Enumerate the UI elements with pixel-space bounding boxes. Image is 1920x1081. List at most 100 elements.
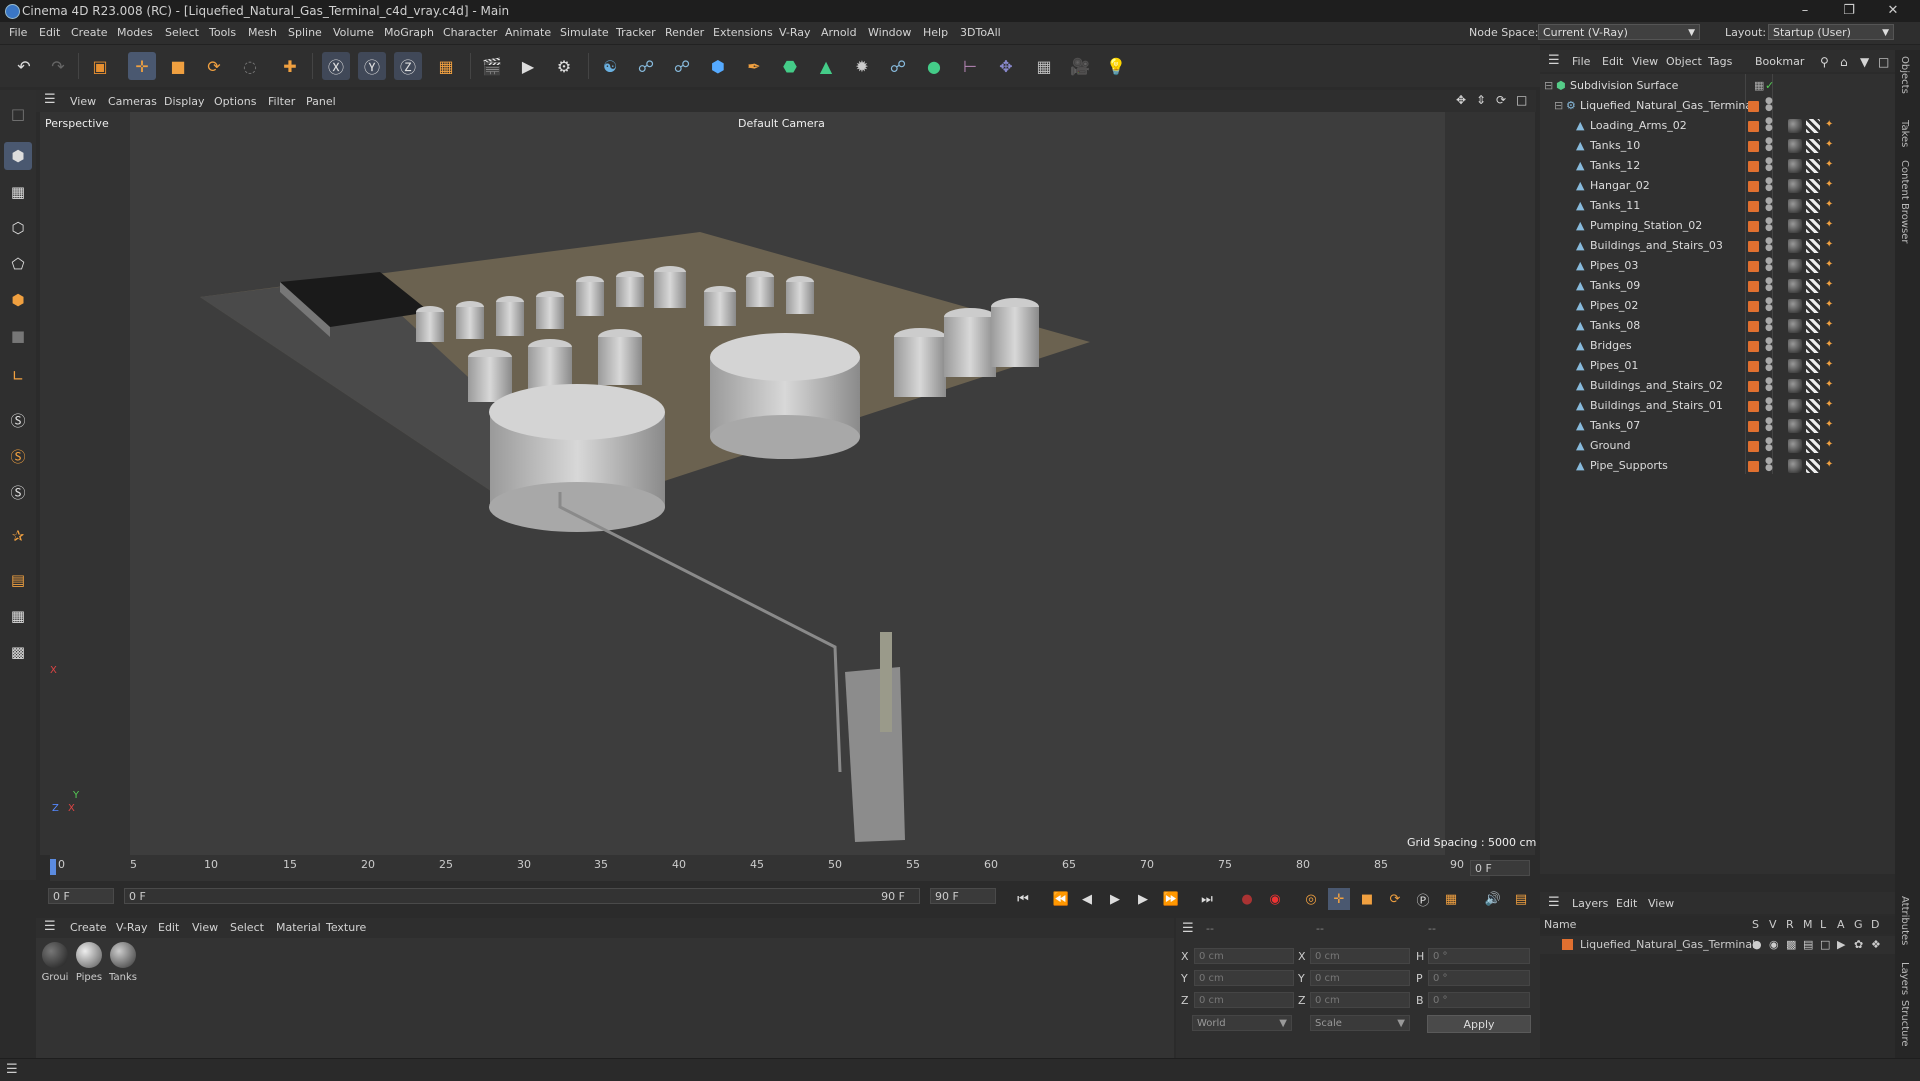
visibility-dots-icon[interactable]: ● ● [1765, 357, 1773, 373]
material-tag-icon[interactable] [1788, 379, 1802, 393]
menu-arnold[interactable]: Arnold [821, 26, 857, 39]
tweak-icon[interactable]: ✰ [4, 522, 32, 550]
phong-tag-icon[interactable]: ✦ [1825, 279, 1833, 290]
layer-col-render[interactable]: R [1786, 918, 1794, 931]
maximize-view-icon[interactable]: □ [1516, 93, 1527, 107]
hamburger-icon[interactable]: ☰ [6, 1062, 18, 1077]
material-tag-icon[interactable] [1788, 359, 1802, 373]
texture-mode-icon[interactable]: ▦ [4, 178, 32, 206]
material-tag-icon[interactable] [1788, 299, 1802, 313]
texture-tag-icon[interactable] [1806, 379, 1820, 393]
material-tanks[interactable]: Tanks [108, 942, 138, 983]
texture-tag-icon[interactable] [1806, 259, 1820, 273]
layer-col-animation[interactable]: A [1837, 918, 1845, 931]
collapse-icon[interactable]: ⊟ [1544, 79, 1553, 92]
menu-spline[interactable]: Spline [288, 26, 322, 39]
layer-col-generators[interactable]: G [1854, 918, 1863, 931]
coordinate-system-icon[interactable]: ▦ [432, 52, 460, 80]
layer-color-swatch[interactable] [1748, 221, 1759, 232]
node-space-select[interactable]: Current (V-Ray) ▼ [1538, 24, 1700, 40]
layer-col-locked[interactable]: L [1820, 918, 1826, 931]
menu-tools[interactable]: Tools [209, 26, 236, 39]
menu-mesh[interactable]: Mesh [248, 26, 277, 39]
end-frame-field[interactable]: 0 F [1470, 860, 1530, 876]
next-key-icon[interactable]: ⏩ [1160, 888, 1182, 910]
layer-color-swatch[interactable] [1748, 361, 1759, 372]
hamburger-icon[interactable]: ☰ [1548, 53, 1560, 68]
menu-mograph[interactable]: MoGraph [384, 26, 434, 39]
key-parameter-icon[interactable]: Ⓟ [1412, 888, 1434, 910]
phong-tag-icon[interactable]: ✦ [1825, 199, 1833, 210]
material-tag-icon[interactable] [1788, 239, 1802, 253]
material-menu-edit[interactable]: Edit [158, 921, 179, 934]
3d-viewport[interactable]: X Y Z [40, 112, 1535, 855]
layer-color-swatch[interactable] [1748, 161, 1759, 172]
menu-edit[interactable]: Edit [39, 26, 60, 39]
snap-settings-icon[interactable]: Ⓢ [4, 442, 32, 470]
material-tag-icon[interactable] [1788, 439, 1802, 453]
layer-color-swatch[interactable] [1748, 441, 1759, 452]
texture-tag-icon[interactable] [1806, 179, 1820, 193]
texture-tag-icon[interactable] [1806, 419, 1820, 433]
texture-tag-icon[interactable] [1806, 159, 1820, 173]
menu-create[interactable]: Create [71, 26, 108, 39]
object-row[interactable]: ▲ Loading_Arms_02 ● ● ✦ [1540, 116, 1895, 136]
menu-3dtoall[interactable]: 3DToAll [960, 26, 1001, 39]
layer-col-manager[interactable]: M [1803, 918, 1813, 931]
rotate-tool-icon[interactable]: ⟳ [200, 52, 228, 80]
cube-object-icon[interactable]: ⬢ [704, 52, 732, 80]
cloner-icon[interactable]: ✹ [848, 52, 876, 80]
material-tag-icon[interactable] [1788, 139, 1802, 153]
menu-vray[interactable]: V-Ray [779, 26, 811, 39]
layer-color-swatch[interactable] [1748, 121, 1759, 132]
timeline-ruler[interactable] [50, 855, 1490, 881]
object-row[interactable]: ▲ Pipes_01 ● ● ✦ [1540, 356, 1895, 376]
layer-color-swatch[interactable] [1748, 241, 1759, 252]
python-script-icon[interactable]: ☍ [632, 52, 660, 80]
visibility-dots-icon[interactable]: ● ● [1765, 337, 1773, 353]
phong-tag-icon[interactable]: ✦ [1825, 399, 1833, 410]
material-menu-create[interactable]: Create [70, 921, 107, 934]
material-ground[interactable]: Groui [40, 942, 70, 983]
menu-extensions[interactable]: Extensions [713, 26, 773, 39]
phong-tag-icon[interactable]: ✦ [1825, 339, 1833, 350]
previous-key-icon[interactable]: ⏪ [1050, 888, 1072, 910]
zoom-view-icon[interactable]: ⇕ [1476, 93, 1486, 107]
uv-mode-icon[interactable]: ■ [4, 322, 32, 350]
phong-tag-icon[interactable]: ✦ [1825, 259, 1833, 270]
object-row[interactable]: ▲ Ground ● ● ✦ [1540, 436, 1895, 456]
layer-color-swatch[interactable] [1748, 181, 1759, 192]
layer-col-solo[interactable]: S [1752, 918, 1759, 931]
viewport-menu-view[interactable]: View [70, 95, 96, 108]
object-row[interactable]: ▲ Pipes_03 ● ● ✦ [1540, 256, 1895, 276]
texture-tag-icon[interactable] [1806, 239, 1820, 253]
phong-tag-icon[interactable]: ✦ [1825, 159, 1833, 170]
new-window-icon[interactable]: □ [1878, 55, 1889, 69]
snap-icon[interactable]: Ⓢ [4, 406, 32, 434]
keyframe-selection-icon[interactable]: ◎ [1300, 888, 1322, 910]
size-mode-select[interactable]: Scale ▼ [1310, 1015, 1410, 1031]
texture-tag-icon[interactable] [1806, 299, 1820, 313]
polygons-mode-icon[interactable]: ⬢ [4, 286, 32, 314]
texture-tag-icon[interactable] [1806, 459, 1820, 473]
material-tag-icon[interactable] [1788, 159, 1802, 173]
x-axis-lock-icon[interactable]: Ⓧ [322, 52, 350, 80]
filter-icon[interactable]: ▼ [1860, 55, 1869, 69]
pos-x-field[interactable]: 0 cm [1194, 948, 1294, 964]
lock-icon[interactable]: □ [1820, 938, 1830, 951]
edges-mode-icon[interactable]: ⬠ [4, 250, 32, 278]
key-pla-icon[interactable]: ▦ [1440, 888, 1462, 910]
menu-modes[interactable]: Modes [117, 26, 153, 39]
live-selection-icon[interactable]: ▣ [86, 52, 114, 80]
grid-icon[interactable]: ▦ [4, 602, 32, 630]
floor-icon[interactable]: ▦ [1030, 52, 1058, 80]
material-tag-icon[interactable] [1788, 259, 1802, 273]
timeline-icon[interactable]: ▤ [1510, 888, 1532, 910]
menu-animate[interactable]: Animate [505, 26, 551, 39]
model-mode-icon[interactable]: ⬢ [4, 142, 32, 170]
phong-tag-icon[interactable]: ✦ [1825, 439, 1833, 450]
layer-menu-view[interactable]: View [1648, 897, 1674, 910]
visibility-dots-icon[interactable]: ● ● [1765, 257, 1773, 273]
checkbox-icon[interactable]: ▦ [1754, 79, 1764, 92]
pen-spline-icon[interactable]: ✒ [740, 52, 768, 80]
